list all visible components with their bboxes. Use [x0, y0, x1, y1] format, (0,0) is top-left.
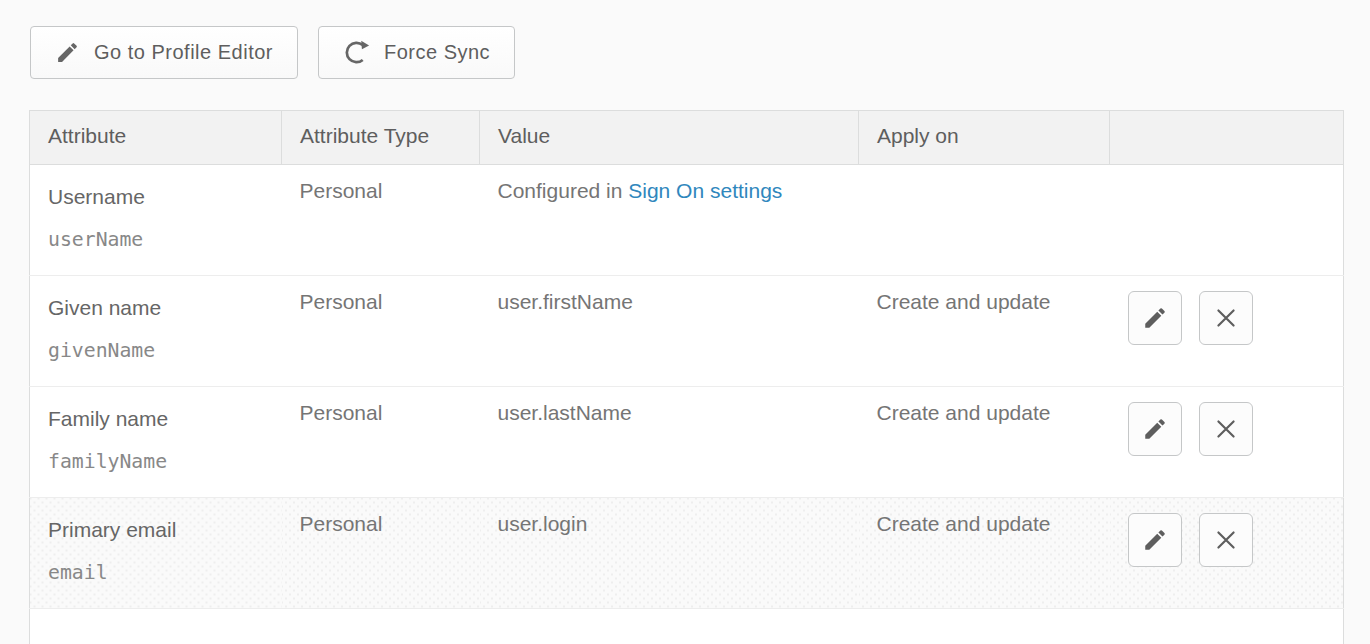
go-to-profile-editor-label: Go to Profile Editor	[94, 41, 273, 64]
value-text: Configured in	[498, 179, 629, 202]
table-filler-row	[30, 609, 1344, 644]
table-row-username: Username userName Personal Configured in…	[30, 165, 1344, 276]
x-icon	[1213, 305, 1239, 331]
x-icon	[1213, 416, 1239, 442]
delete-attribute-button[interactable]	[1199, 402, 1253, 456]
header-actions	[1110, 111, 1344, 165]
apply-on-cell: Create and update	[859, 387, 1110, 498]
attribute-label: Username	[48, 184, 264, 210]
attribute-label: Family name	[48, 406, 264, 432]
attribute-label: Given name	[48, 295, 264, 321]
pencil-icon	[55, 40, 80, 65]
value-cell: user.firstName	[480, 276, 859, 387]
attribute-type-cell: Personal	[282, 276, 480, 387]
force-sync-button[interactable]: Force Sync	[318, 26, 515, 79]
attribute-mapping-table: Attribute Attribute Type Value Apply on …	[29, 110, 1344, 644]
delete-attribute-button[interactable]	[1199, 291, 1253, 345]
header-apply-on: Apply on	[859, 111, 1110, 165]
table-header-row: Attribute Attribute Type Value Apply on	[30, 111, 1344, 165]
sign-on-settings-link[interactable]: Sign On settings	[628, 179, 782, 202]
attribute-code: userName	[48, 227, 264, 253]
attribute-code: email	[48, 560, 264, 586]
pencil-icon	[1142, 527, 1168, 553]
attribute-code: givenName	[48, 338, 264, 364]
header-attribute-type: Attribute Type	[282, 111, 480, 165]
attribute-type-cell: Personal	[282, 387, 480, 498]
apply-on-cell: Create and update	[859, 498, 1110, 609]
edit-attribute-button[interactable]	[1128, 291, 1182, 345]
table-row-family-name: Family name familyName Personal user.las…	[30, 387, 1344, 498]
pencil-icon	[1142, 416, 1168, 442]
toolbar: Go to Profile Editor Force Sync	[30, 26, 515, 79]
value-cell: user.lastName	[480, 387, 859, 498]
pencil-icon	[1142, 305, 1168, 331]
table-row-given-name: Given name givenName Personal user.first…	[30, 276, 1344, 387]
header-value: Value	[480, 111, 859, 165]
edit-attribute-button[interactable]	[1128, 513, 1182, 567]
apply-on-cell	[859, 165, 1110, 276]
table-row-primary-email: Primary email email Personal user.login …	[30, 498, 1344, 609]
x-icon	[1213, 527, 1239, 553]
refresh-icon	[343, 39, 370, 66]
edit-attribute-button[interactable]	[1128, 402, 1182, 456]
attribute-type-cell: Personal	[282, 165, 480, 276]
attribute-label: Primary email	[48, 517, 264, 543]
apply-on-cell: Create and update	[859, 276, 1110, 387]
attribute-code: familyName	[48, 449, 264, 475]
value-cell: user.login	[480, 498, 859, 609]
force-sync-label: Force Sync	[384, 41, 490, 64]
header-attribute: Attribute	[30, 111, 282, 165]
delete-attribute-button[interactable]	[1199, 513, 1253, 567]
attribute-type-cell: Personal	[282, 498, 480, 609]
go-to-profile-editor-button[interactable]: Go to Profile Editor	[30, 26, 298, 79]
